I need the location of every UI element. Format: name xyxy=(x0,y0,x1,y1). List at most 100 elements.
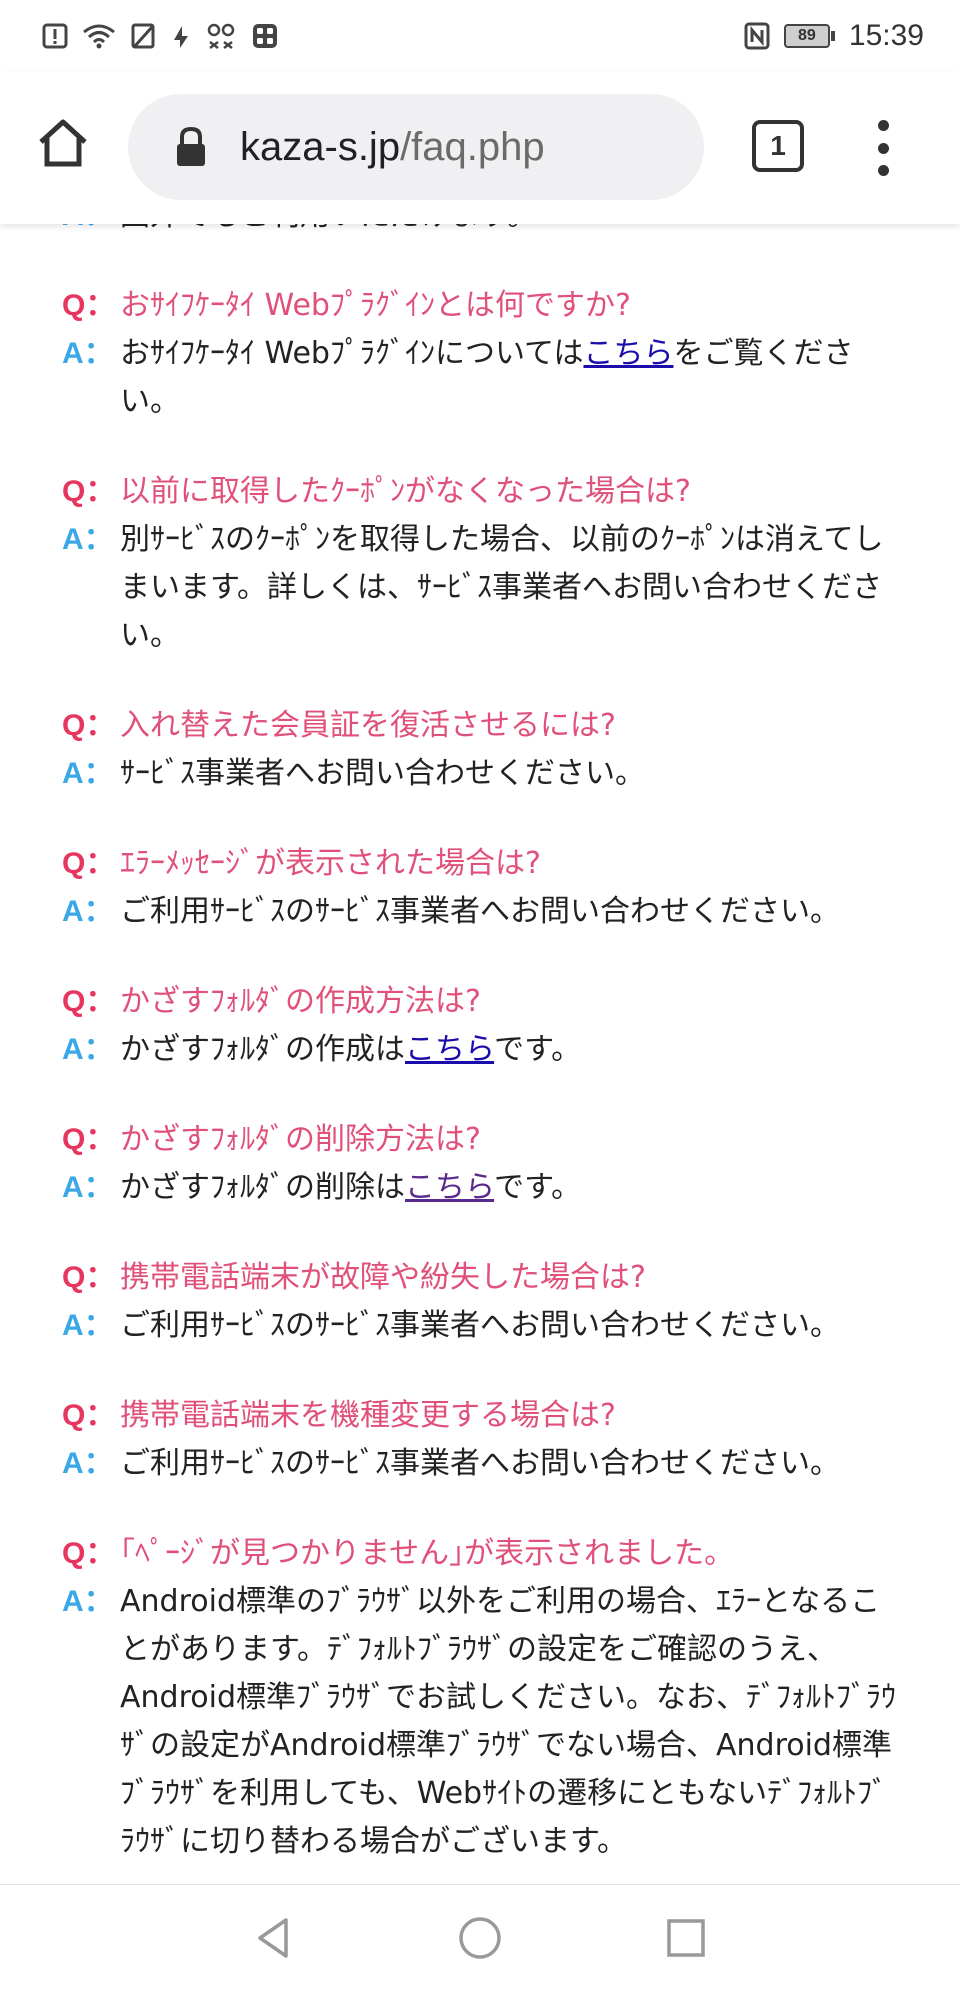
question-mark-label: Q： xyxy=(62,289,116,322)
faq-question: おｻｲﾌｹｰﾀｲ Webﾌﾟﾗｸﾞｲﾝとは何ですか? xyxy=(120,288,631,323)
recents-button[interactable] xyxy=(658,1910,714,1966)
kochira-link[interactable]: こちら xyxy=(583,336,673,371)
question-mark-label: Q： xyxy=(62,1261,116,1294)
url-text: kaza-s.jp/faq.php xyxy=(240,125,545,170)
faq-answer: ご利用ｻｰﾋﾞｽのｻｰﾋﾞｽ事業者へお問い合わせください。 xyxy=(120,1302,840,1350)
faq-question: かざすﾌｫﾙﾀﾞの削除方法は? xyxy=(120,1122,481,1157)
answer-text: かざすﾌｫﾙﾀﾞの作成は xyxy=(120,1032,405,1067)
faq-question-row: Q： かざすﾌｫﾙﾀﾞの作成方法は? xyxy=(62,978,902,1026)
system-nav-bar xyxy=(0,1884,960,1991)
faq-answer-row: A： Android標準のﾌﾞﾗｳｻﾞ以外をご利用の場合、ｴﾗｰとなることがありま… xyxy=(62,1578,902,1866)
menu-dot-icon xyxy=(877,120,889,131)
faq-question: ｴﾗｰﾒｯｾｰｼﾞが表示された場合は? xyxy=(120,846,541,881)
app-grid-icon xyxy=(253,24,277,48)
faq-answer: おｻｲﾌｹｰﾀｲ Webﾌﾟﾗｸﾞｲﾝについてはこちらをご覧ください。 xyxy=(120,330,902,426)
answer-mark-label: A： xyxy=(62,224,120,240)
faq-answer-row: A： ご利用ｻｰﾋﾞｽのｻｰﾋﾞｽ事業者へお問い合わせください。 xyxy=(62,1302,902,1350)
answer-text: Android標準のﾌﾞﾗｳｻﾞ以外をご利用の場合、ｴﾗｰとなることがあります。… xyxy=(120,1584,896,1859)
answer-text: ご利用ｻｰﾋﾞｽのｻｰﾋﾞｽ事業者へお問い合わせください。 xyxy=(120,1446,840,1481)
battery-indicator: 89 xyxy=(783,24,835,48)
faq-question-row: Q： 携帯電話端末が故障や紛失した場合は? xyxy=(62,1254,902,1302)
status-icons-left xyxy=(42,22,278,50)
back-button[interactable] xyxy=(246,1910,302,1966)
faq-question-row: Q： 以前に取得したｸｰﾎﾟﾝがなくなった場合は? xyxy=(62,468,902,516)
url-bar[interactable]: kaza-s.jp/faq.php xyxy=(128,94,704,200)
alert-icon xyxy=(42,23,68,49)
faq-answer: ご利用ｻｰﾋﾞｽのｻｰﾋﾞｽ事業者へお問い合わせください。 xyxy=(120,1440,840,1488)
question-mark-label: Q： xyxy=(62,847,116,880)
answer-text: 別ｻｰﾋﾞｽのｸｰﾎﾟﾝを取得した場合、以前のｸｰﾎﾟﾝは消えてしまいます。詳し… xyxy=(120,522,884,653)
answer-mark-label: A： xyxy=(62,1309,114,1342)
answer-text: ｻｰﾋﾞｽ事業者へお問い合わせください。 xyxy=(120,756,645,791)
url-domain: kaza-s.jp xyxy=(240,124,401,169)
home-nav-button[interactable] xyxy=(452,1910,508,1966)
lock-icon xyxy=(177,126,205,166)
faq-question: かざすﾌｫﾙﾀﾞの作成方法は? xyxy=(120,984,481,1019)
faq-answer: 別ｻｰﾋﾞｽのｸｰﾎﾟﾝを取得した場合、以前のｸｰﾎﾟﾝは消えてしまいます。詳し… xyxy=(120,516,902,660)
faq-answer-row: A： ご利用ｻｰﾋﾞｽのｻｰﾋﾞｽ事業者へお問い合わせください。 xyxy=(62,1440,902,1488)
home-icon xyxy=(39,119,87,167)
status-bar: 89 15:39 xyxy=(0,0,960,72)
faq-question-row: Q： ｢ﾍﾟｰｼﾞが見つかりません｣が表示されました。 xyxy=(62,1530,902,1578)
no-sim-icon xyxy=(131,23,155,49)
answer-text: かざすﾌｫﾙﾀﾞの削除は xyxy=(120,1170,405,1205)
faq-question-row: Q： おｻｲﾌｹｰﾀｲ Webﾌﾟﾗｸﾞｲﾝとは何ですか? xyxy=(62,282,902,330)
url-path: /faq.php xyxy=(400,124,545,169)
faq-question-row: Q： 携帯電話端末を機種変更する場合は? xyxy=(62,1392,902,1440)
question-mark-label: Q： xyxy=(62,1123,116,1156)
faq-item: Q： ｴﾗｰﾒｯｾｰｼﾞが表示された場合は? A： ご利用ｻｰﾋﾞｽのｻｰﾋﾞｽ事業者… xyxy=(62,840,902,936)
faq-answer: Android標準のﾌﾞﾗｳｻﾞ以外をご利用の場合、ｴﾗｰとなることがあります。… xyxy=(120,1578,902,1866)
data-icon xyxy=(174,26,188,48)
faq-question: 入れ替えた会員証を復活させるには? xyxy=(120,708,616,743)
menu-dot-icon xyxy=(877,142,889,154)
overflow-menu-button[interactable] xyxy=(868,120,898,176)
page-content: A：圏外でもご利用いただけます。Q：おｻｲﾌｹｰﾀｲ Webﾌﾟﾗｸﾞｲﾝとは何… xyxy=(0,224,960,1884)
home-circle-icon xyxy=(459,1917,501,1959)
faq-item: Q： おｻｲﾌｹｰﾀｲ Webﾌﾟﾗｸﾞｲﾝとは何ですか? A： おｻｲﾌｹｰﾀｲ W… xyxy=(62,282,902,426)
answer-text: です。 xyxy=(494,1170,582,1205)
kochira-link[interactable]: こちら xyxy=(405,1032,494,1067)
battery-level: 89 xyxy=(783,24,830,48)
kochira-link[interactable]: こちら xyxy=(405,1170,494,1205)
faq-answer-row: A： おｻｲﾌｹｰﾀｲ Webﾌﾟﾗｸﾞｲﾝについてはこちらをご覧ください。 xyxy=(62,330,902,426)
nfc-icon xyxy=(744,22,770,50)
question-mark-label: Q： xyxy=(62,1537,116,1570)
answer-mark-label: A： xyxy=(62,757,114,790)
faq-answer-row: A： かざすﾌｫﾙﾀﾞの作成はこちらです。 xyxy=(62,1026,902,1074)
clock: 15:39 xyxy=(848,19,924,52)
answer-text: です。 xyxy=(494,1032,582,1067)
faq-item: Q： 携帯電話端末を機種変更する場合は? A： ご利用ｻｰﾋﾞｽのｻｰﾋﾞｽ事業者へお… xyxy=(62,1392,902,1488)
faq-answer-row: A：圏外でもご利用いただけます。 xyxy=(62,224,902,240)
faq-item: Q： 携帯電話端末が故障や紛失した場合は? A： ご利用ｻｰﾋﾞｽのｻｰﾋﾞｽ事業者へ… xyxy=(62,1254,902,1350)
answer-text: 圏外でもご利用いただけます。 xyxy=(120,224,537,233)
answer-text: ご利用ｻｰﾋﾞｽのｻｰﾋﾞｽ事業者へお問い合わせください。 xyxy=(120,894,840,929)
tab-switcher-button[interactable]: 1 xyxy=(752,120,804,172)
faq-answer: ご利用ｻｰﾋﾞｽのｻｰﾋﾞｽ事業者へお問い合わせください。 xyxy=(120,888,840,936)
faq-answer: ｻｰﾋﾞｽ事業者へお問い合わせください。 xyxy=(120,750,645,798)
question-mark-label: Q： xyxy=(62,985,116,1018)
faq-answer-row: A： ｻｰﾋﾞｽ事業者へお問い合わせください。 xyxy=(62,750,902,798)
faq-answer-row: A： ご利用ｻｰﾋﾞｽのｻｰﾋﾞｽ事業者へお問い合わせください。 xyxy=(62,888,902,936)
faq-item: Q： ｢ﾍﾟｰｼﾞが見つかりません｣が表示されました。 A： Android標準のﾌﾞ… xyxy=(62,1530,902,1866)
wifi-icon xyxy=(83,24,115,49)
faq-question: 携帯電話端末を機種変更する場合は? xyxy=(120,1398,616,1433)
answer-mark-label: A： xyxy=(62,337,114,370)
faq-answer-row: A： かざすﾌｫﾙﾀﾞの削除はこちらです。 xyxy=(62,1164,902,1212)
faq-question-row: Q： 入れ替えた会員証を復活させるには? xyxy=(62,702,902,750)
faq-question: ｢ﾍﾟｰｼﾞが見つかりません｣が表示されました。 xyxy=(120,1536,735,1571)
faq-question: 以前に取得したｸｰﾎﾟﾝがなくなった場合は? xyxy=(120,474,691,509)
answer-mark-label: A： xyxy=(62,1447,114,1480)
menu-dot-icon xyxy=(877,165,889,176)
answer-text: ご利用ｻｰﾋﾞｽのｻｰﾋﾞｽ事業者へお問い合わせください。 xyxy=(120,1308,840,1343)
faq-question-row: Q： かざすﾌｫﾙﾀﾞの削除方法は? xyxy=(62,1116,902,1164)
faq-answer-row: A： 別ｻｰﾋﾞｽのｸｰﾎﾟﾝを取得した場合、以前のｸｰﾎﾟﾝは消えてしまいます。… xyxy=(62,516,902,660)
faq-question: 携帯電話端末が故障や紛失した場合は? xyxy=(120,1260,646,1295)
answer-mark-label: A： xyxy=(62,1033,114,1066)
faq-item: Q： 以前に取得したｸｰﾎﾟﾝがなくなった場合は? A： 別ｻｰﾋﾞｽのｸｰﾎﾟﾝを取… xyxy=(62,468,902,660)
faq-item: Q： かざすﾌｫﾙﾀﾞの削除方法は? A： かざすﾌｫﾙﾀﾞの削除はこちらです。 xyxy=(62,1116,902,1212)
question-mark-label: Q： xyxy=(62,1399,116,1432)
home-button[interactable] xyxy=(30,110,96,176)
answer-mark-label: A： xyxy=(62,1585,114,1618)
faq-item: A：圏外でもご利用いただけます。 xyxy=(62,224,902,240)
faq-question-row: Q： ｴﾗｰﾒｯｾｰｼﾞが表示された場合は? xyxy=(62,840,902,888)
